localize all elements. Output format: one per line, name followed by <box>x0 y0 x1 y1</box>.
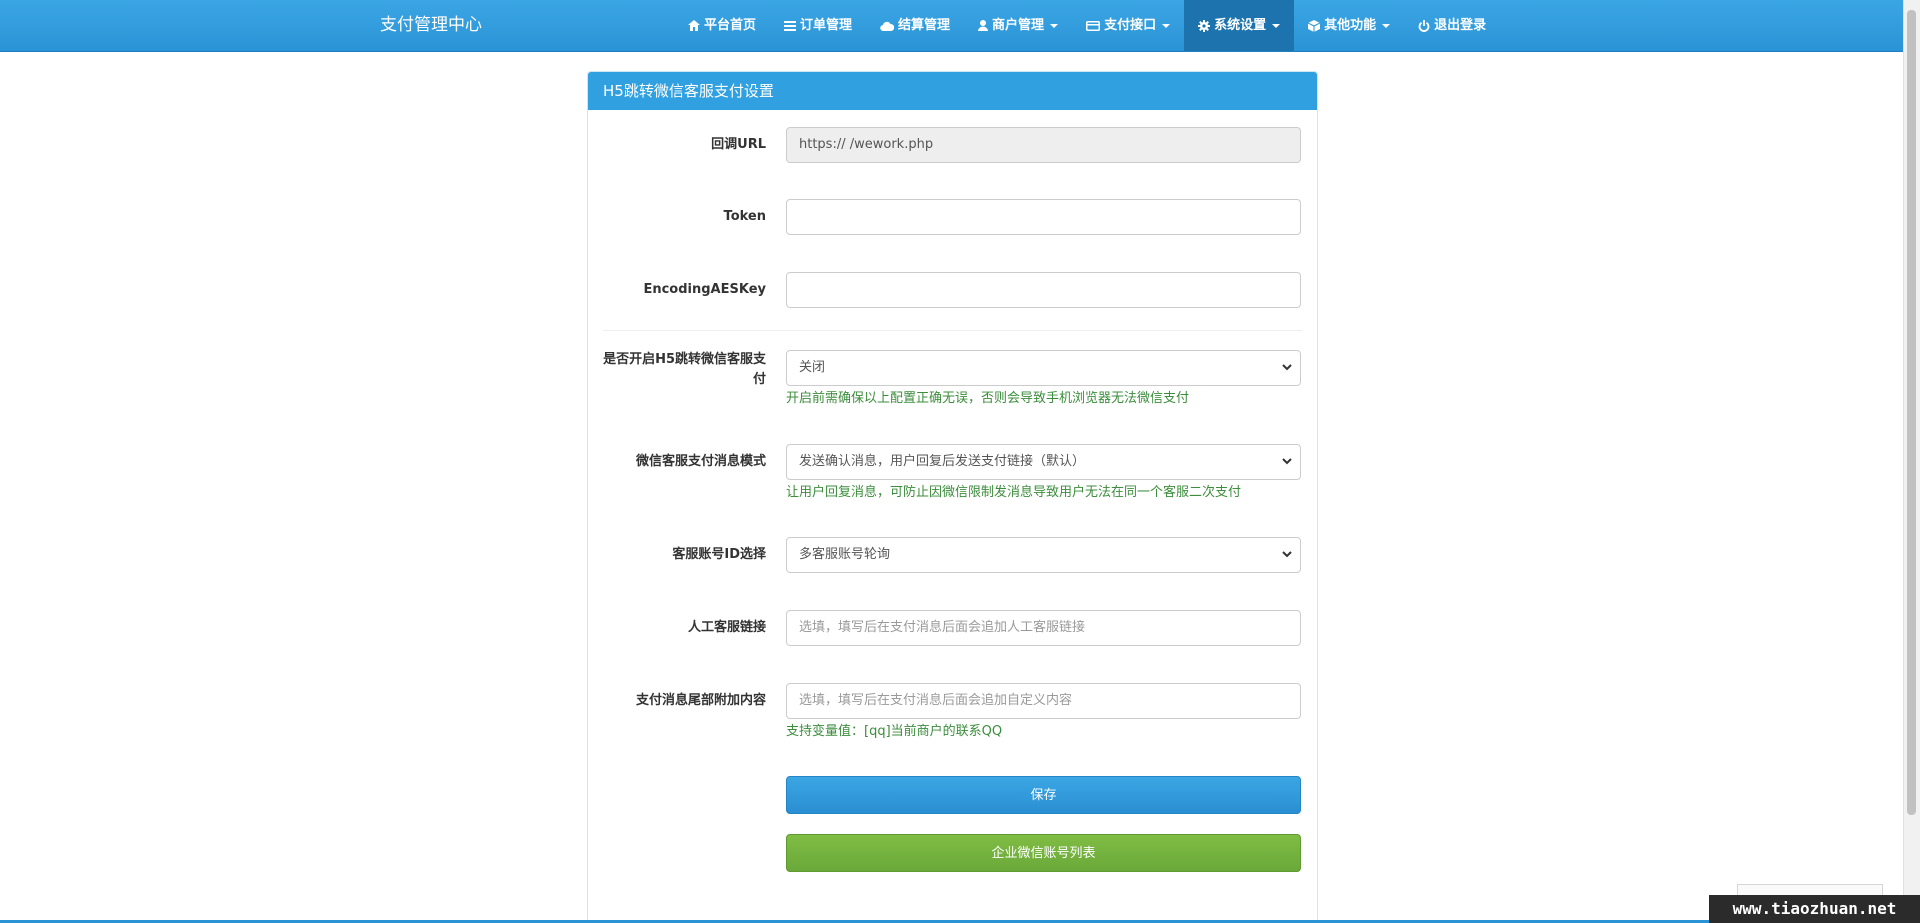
section-divider <box>603 330 1302 331</box>
credit-card-icon <box>1086 20 1101 31</box>
nav-item-label: 支付接口 <box>1104 17 1157 33</box>
nav-item-label: 退出登录 <box>1434 17 1487 33</box>
caret-down-icon <box>1272 23 1281 28</box>
tail-content-help: 支持变量值：[qq]当前商户的联系QQ <box>786 724 1003 739</box>
token-label: Token <box>723 209 766 224</box>
watermark: www.tiaozhuan.net <box>1709 895 1920 923</box>
save-button[interactable]: 保存 <box>786 776 1301 814</box>
nav-item-merchants[interactable]: 商户管理 <box>964 0 1072 51</box>
chevron-down-icon <box>1282 551 1292 558</box>
message-mode-label: 微信客服支付消息模式 <box>635 454 766 469</box>
nav-item-settlement[interactable]: 结算管理 <box>866 0 964 51</box>
cloud-icon <box>880 21 895 31</box>
vertical-scrollbar[interactable] <box>1903 0 1920 923</box>
nav-item-logout[interactable]: 退出登录 <box>1404 0 1500 51</box>
brand-title[interactable]: 支付管理中心 <box>380 0 482 51</box>
nav-item-label: 平台首页 <box>704 17 757 33</box>
nav-menu: 平台首页 订单管理 结算管理 商户管理 支付接口 系统设置 其他功能 退出登录 <box>674 0 1500 51</box>
chevron-down-icon <box>1282 458 1292 465</box>
caret-down-icon <box>1382 23 1391 28</box>
nav-item-system-settings[interactable]: 系统设置 <box>1184 0 1295 51</box>
nav-item-label: 系统设置 <box>1214 17 1267 33</box>
home-icon <box>688 20 700 31</box>
nav-item-label: 结算管理 <box>898 17 951 33</box>
enable-h5-label: 是否开启H5跳转微信客服支付 <box>603 352 766 387</box>
enable-h5-select[interactable]: 关闭 <box>786 350 1301 386</box>
enable-h5-selected: 关闭 <box>799 360 826 375</box>
caret-down-icon <box>1050 23 1059 28</box>
nav-item-home[interactable]: 平台首页 <box>674 0 770 51</box>
list-icon <box>784 20 797 31</box>
gear-icon <box>1198 19 1211 32</box>
account-select-label: 客服账号ID选择 <box>672 547 766 562</box>
manual-link-label: 人工客服链接 <box>687 620 766 635</box>
callback-url-label: 回调URL <box>711 137 766 152</box>
settings-panel: H5跳转微信客服支付设置 回调URL https:// /wework.php … <box>587 71 1318 923</box>
nav-item-payment-interface[interactable]: 支付接口 <box>1072 0 1184 51</box>
power-icon <box>1418 19 1430 32</box>
callback-url-input[interactable]: https:// /wework.php <box>786 127 1301 163</box>
tail-content-label: 支付消息尾部附加内容 <box>635 693 766 708</box>
manual-link-input[interactable]: 选填，填写后在支付消息后面会追加人工客服链接 <box>786 610 1301 646</box>
enable-h5-help: 开启前需确保以上配置正确无误，否则会导致手机浏览器无法微信支付 <box>786 391 1190 406</box>
aes-key-label: EncodingAESKey <box>643 282 766 297</box>
account-list-button[interactable]: 企业微信账号列表 <box>786 834 1301 872</box>
aes-key-input[interactable] <box>786 272 1301 308</box>
message-mode-select[interactable]: 发送确认消息，用户回复后发送支付链接（默认） <box>786 444 1301 480</box>
nav-item-other-functions[interactable]: 其他功能 <box>1294 0 1404 51</box>
nav-item-orders[interactable]: 订单管理 <box>770 0 866 51</box>
nav-item-label: 商户管理 <box>992 17 1045 33</box>
caret-down-icon <box>1162 23 1171 28</box>
account-select[interactable]: 多客服账号轮询 <box>786 537 1301 573</box>
token-input[interactable] <box>786 199 1301 235</box>
user-icon <box>978 20 989 31</box>
panel-title: H5跳转微信客服支付设置 <box>588 72 1317 110</box>
nav-item-label: 订单管理 <box>800 17 853 33</box>
tail-content-input[interactable]: 选填，填写后在支付消息后面会追加自定义内容 <box>786 683 1301 719</box>
account-select-selected: 多客服账号轮询 <box>799 547 891 562</box>
nav-item-label: 其他功能 <box>1324 17 1377 33</box>
top-navbar: 支付管理中心 平台首页 订单管理 结算管理 商户管理 支付接口 系统设置 其他功… <box>0 0 1904 52</box>
page: 支付管理中心 平台首页 订单管理 结算管理 商户管理 支付接口 系统设置 其他功… <box>0 0 1920 923</box>
scrollbar-thumb[interactable] <box>1907 10 1916 815</box>
chevron-down-icon <box>1282 364 1292 371</box>
message-mode-selected: 发送确认消息，用户回复后发送支付链接（默认） <box>799 454 1086 469</box>
cube-icon <box>1308 19 1321 32</box>
message-mode-help: 让用户回复消息，可防止因微信限制发消息导致用户无法在同一个客服二次支付 <box>786 485 1242 500</box>
